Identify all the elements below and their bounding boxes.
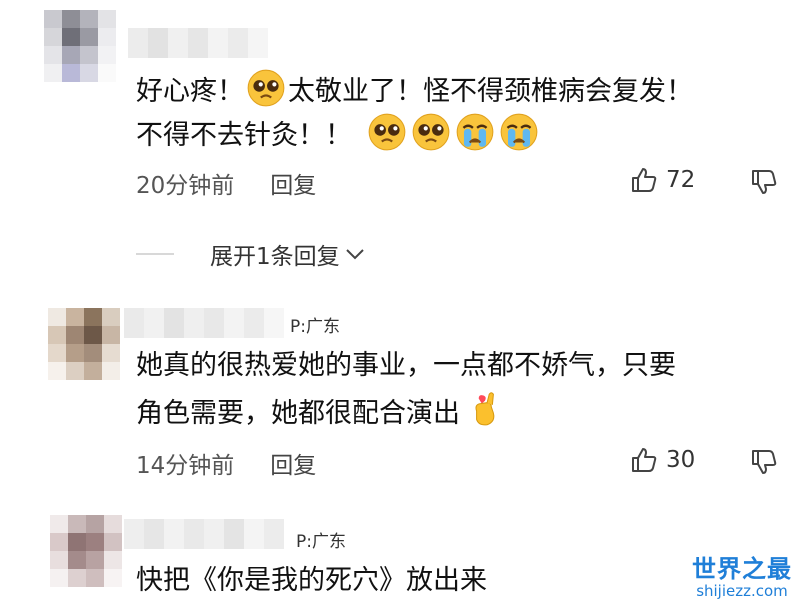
like-count: 72 (666, 167, 696, 193)
avatar[interactable] (48, 308, 120, 380)
timestamp: 14分钟前 (136, 453, 235, 479)
avatar[interactable] (44, 10, 116, 82)
comment-text-part: 角色需要，她都很配合演出 (136, 398, 460, 429)
like-button[interactable]: 30 (630, 446, 695, 474)
watermark-url: shijiezz.com (696, 582, 788, 600)
site-watermark: 世界之最 shijiezz.com (692, 549, 792, 600)
expand-replies-button[interactable]: 展开1条回复 (136, 237, 366, 271)
avatar[interactable] (50, 515, 122, 587)
username-blurred[interactable] (124, 519, 284, 549)
comment-text-part: 太敬业了！怪不得颈椎病会复发！ (288, 76, 693, 107)
comment-text: 快把《你是我的死穴》放出来 (136, 559, 487, 603)
thumbs-up-icon (632, 168, 657, 192)
comment-meta: 14分钟前 回复 (136, 446, 316, 480)
pleading-face-emoji (247, 69, 285, 107)
thumbs-down-icon[interactable] (750, 168, 778, 196)
pleading-face-emoji (368, 113, 406, 151)
expand-replies-label: 展开1条回复 (210, 244, 340, 270)
reply-button[interactable]: 回复 (270, 446, 316, 480)
like-count: 30 (666, 447, 696, 473)
comment-text-part: 好心疼！ (136, 76, 244, 107)
comment-text-part: 她真的很热爱她的事业，一点都不娇气，只要 (136, 350, 676, 381)
divider-line (136, 253, 174, 255)
comment-2: P:广东 她真的很热爱她的事业，一点都不娇气，只要 角色需要，她都很配合演出 1… (0, 300, 800, 500)
comment-1: 好心疼！ 太敬业了！怪不得颈椎病会复发！ 不得不去针灸！！ 20分钟前 回复 72… (0, 0, 800, 270)
reply-button[interactable]: 回复 (270, 166, 316, 200)
timestamp: 20分钟前 (136, 173, 235, 199)
username-blurred[interactable] (124, 308, 284, 338)
comment-meta: 20分钟前 回复 (136, 166, 316, 200)
finger-heart-emoji (475, 392, 495, 426)
thumbs-up-icon (632, 448, 657, 472)
like-button[interactable]: 72 (630, 166, 695, 194)
comment-text: 不得不去针灸！！ (136, 110, 541, 158)
comment-text: 她真的很热爱她的事业，一点都不娇气，只要 (136, 344, 676, 388)
comment-text-part: 快把《你是我的死穴》放出来 (136, 565, 487, 596)
crying-face-emoji (456, 113, 494, 151)
comment-text-part: 不得不去针灸！！ (136, 120, 352, 151)
pleading-face-emoji (412, 113, 450, 151)
comment-text: 角色需要，她都很配合演出 (136, 388, 507, 436)
watermark-title: 世界之最 (692, 555, 792, 583)
comment-3: P:广东 快把《你是我的死穴》放出来 (0, 505, 800, 604)
location-label: P:广东 (290, 317, 340, 337)
crying-face-emoji (500, 113, 538, 151)
location-label: P:广东 (296, 532, 346, 552)
thumbs-down-icon[interactable] (750, 448, 778, 476)
comment-text: 好心疼！ 太敬业了！怪不得颈椎病会复发！ (136, 66, 693, 114)
chevron-down-icon (345, 249, 364, 260)
username-blurred[interactable] (128, 28, 268, 58)
